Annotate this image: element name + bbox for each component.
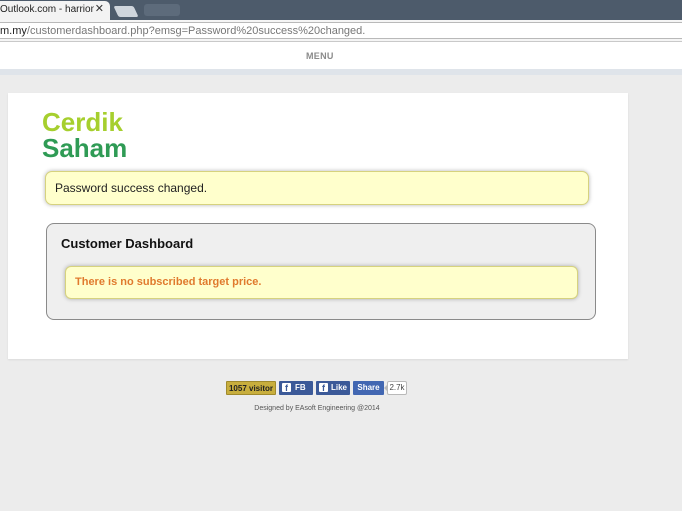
content-panel: Cerdik Saham Password success changed. C… <box>8 93 628 359</box>
menu-divider <box>0 69 682 75</box>
like-label: Like <box>331 383 348 392</box>
fb-label: FB <box>295 383 306 392</box>
customer-dashboard-box: Customer Dashboard There is no subscribe… <box>46 223 596 320</box>
close-icon[interactable]: ✕ <box>95 1 104 18</box>
facebook-icon: f <box>319 383 328 393</box>
facebook-icon: f <box>282 383 291 393</box>
target-price-notice: There is no subscribed target price. <box>65 266 578 299</box>
dashboard-title: Customer Dashboard <box>61 236 194 251</box>
browser-tab[interactable]: Outlook.com - harrion19 ✕ <box>0 1 110 20</box>
visitor-counter-badge: 1057 visitor <box>226 381 276 395</box>
notice-message: There is no subscribed target price. <box>75 276 262 288</box>
url-input[interactable]: m.my/customerdashboard.php?emsg=Password… <box>0 22 682 39</box>
new-tab-button[interactable] <box>113 6 139 17</box>
menu-button[interactable]: MENU <box>306 51 334 61</box>
logo-line-2: Saham <box>42 133 128 163</box>
url-host: m.my <box>0 25 27 37</box>
footer-credit: Designed by EAsoft Engineering @2014 <box>254 405 380 412</box>
site-logo[interactable]: Cerdik Saham <box>42 109 127 161</box>
success-alert: Password success changed. <box>45 171 589 205</box>
share-count: 2.7k <box>384 381 407 395</box>
address-bar: m.my/customerdashboard.php?emsg=Password… <box>0 20 682 42</box>
facebook-like-button[interactable]: f Like <box>316 381 350 395</box>
alert-message: Password success changed. <box>55 181 208 195</box>
facebook-page-button[interactable]: f FB <box>279 381 313 395</box>
site-menu-bar: MENU <box>0 42 682 70</box>
tab-title: Outlook.com - harrion19 <box>0 4 94 15</box>
facebook-share-button[interactable]: Share <box>353 381 384 395</box>
background-tab[interactable] <box>144 4 180 16</box>
logo-line-1: Cerdik <box>42 107 123 137</box>
url-path: /customerdashboard.php?emsg=Password%20s… <box>26 25 366 37</box>
browser-tab-strip: Outlook.com - harrion19 ✕ <box>0 0 682 20</box>
